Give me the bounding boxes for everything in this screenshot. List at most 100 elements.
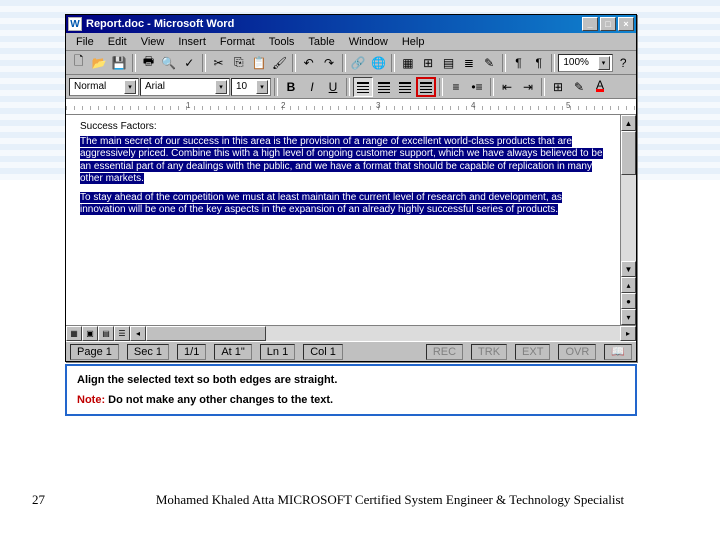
outline-view-icon[interactable]: ☰ [114,326,130,341]
font-color-button[interactable]: A [590,77,610,97]
document-page[interactable]: Success Factors: The main secret of our … [66,115,620,325]
chevron-down-icon[interactable]: ▾ [256,80,268,94]
menubar: File Edit View Insert Format Tools Table… [66,33,636,51]
instruction-note: Note: Do not make any other changes to t… [77,394,625,406]
status-ovr[interactable]: OVR [558,344,596,360]
scroll-down-icon[interactable]: ▼ [621,261,636,277]
cut-icon[interactable]: ✂ [209,53,228,73]
document-area: Success Factors: The main secret of our … [66,115,636,325]
browse-object-icon[interactable]: ● [621,293,636,309]
print-layout-icon[interactable]: ▤ [98,326,114,341]
slide-footer: 27 Mohamed Khaled Atta MICROSOFT Certifi… [0,492,720,508]
chevron-down-icon[interactable]: ▾ [215,80,227,94]
normal-view-icon[interactable]: ▦ [66,326,82,341]
status-col: Col 1 [303,344,343,360]
status-ext[interactable]: EXT [515,344,550,360]
slide-credit: Mohamed Khaled Atta MICROSOFT Certified … [92,492,688,508]
menu-edit[interactable]: Edit [102,35,133,49]
columns-icon[interactable]: ≣ [459,53,478,73]
minimize-button[interactable]: _ [582,17,598,31]
underline-button[interactable]: U [323,77,343,97]
formatting-toolbar: Normal ▾ Arial ▾ 10 ▾ B I U ≡ •≡ [66,75,636,99]
maximize-button[interactable]: □ [600,17,616,31]
new-doc-icon[interactable]: 🗋 [69,53,88,73]
font-value: Arial [145,81,215,92]
web-toolbar-icon[interactable]: 🌐 [369,53,388,73]
open-icon[interactable]: 📂 [89,53,108,73]
menu-insert[interactable]: Insert [172,35,212,49]
next-page-icon[interactable]: ▾ [621,309,636,325]
instruction-text: Align the selected text so both edges ar… [77,374,625,386]
instruction-box: Align the selected text so both edges ar… [65,364,637,416]
scroll-left-icon[interactable]: ◂ [130,326,146,341]
slide-number: 27 [32,492,92,508]
horizontal-scrollbar-row: ▦ ▣ ▤ ☰ ◂ ▸ [66,325,636,341]
heading-text: Success Factors: [80,121,608,134]
hscroll-thumb[interactable] [146,326,266,341]
hyperlink-icon[interactable]: 🔗 [349,53,368,73]
menu-format[interactable]: Format [214,35,261,49]
status-rec[interactable]: REC [426,344,463,360]
borders-button[interactable]: ⊞ [548,77,568,97]
drawing-icon[interactable]: ✎ [480,53,499,73]
selected-paragraph-1: The main secret of our success in this a… [80,136,603,185]
print-preview-icon[interactable]: 🔍 [159,53,178,73]
scroll-up-icon[interactable]: ▲ [621,115,636,131]
prev-page-icon[interactable]: ▴ [621,277,636,293]
help-icon[interactable]: ? [614,53,633,73]
tables-borders-icon[interactable]: ▦ [398,53,417,73]
menu-window[interactable]: Window [343,35,394,49]
selected-paragraph-2: To stay ahead of the competition we must… [80,192,562,216]
increase-indent-button[interactable]: ⇥ [518,77,538,97]
paste-icon[interactable]: 📋 [249,53,268,73]
menu-help[interactable]: Help [396,35,431,49]
standard-toolbar: 🗋 📂 💾 🖶 🔍 ✓ ✂ ⎘ 📋 🖌 ↶ ↷ 🔗 🌐 ▦ ⊞ ▤ ≣ ✎ [66,51,636,75]
show-hide-icon[interactable]: ¶ [529,53,548,73]
print-icon[interactable]: 🖶 [139,53,158,73]
status-section: Sec 1 [127,344,169,360]
horizontal-scrollbar[interactable] [146,326,620,341]
highlight-button[interactable]: ✎ [569,77,589,97]
chevron-down-icon[interactable]: ▾ [124,80,136,94]
excel-icon[interactable]: ▤ [439,53,458,73]
bold-button[interactable]: B [281,77,301,97]
scroll-thumb[interactable] [621,131,636,175]
status-trk[interactable]: TRK [471,344,507,360]
align-left-button[interactable] [353,77,373,97]
menu-tools[interactable]: Tools [263,35,301,49]
undo-icon[interactable]: ↶ [299,53,318,73]
word-app-icon: W [68,17,82,31]
italic-button[interactable]: I [302,77,322,97]
save-icon[interactable]: 💾 [110,53,129,73]
menu-view[interactable]: View [135,35,171,49]
status-line: Ln 1 [260,344,295,360]
align-center-button[interactable] [374,77,394,97]
web-layout-icon[interactable]: ▣ [82,326,98,341]
font-size-combo[interactable]: 10 ▾ [231,78,271,96]
font-size-value: 10 [236,81,256,92]
copy-icon[interactable]: ⎘ [229,53,248,73]
document-map-icon[interactable]: ¶ [509,53,528,73]
menu-table[interactable]: Table [302,35,340,49]
align-justify-button[interactable] [416,77,436,97]
format-painter-icon[interactable]: 🖌 [270,53,289,73]
scroll-right-icon[interactable]: ▸ [620,326,636,341]
font-combo[interactable]: Arial ▾ [140,78,230,96]
ruler[interactable]: 1 2 3 4 5 [66,99,636,115]
style-combo[interactable]: Normal ▾ [69,78,139,96]
numbered-list-button[interactable]: ≡ [446,77,466,97]
vertical-scrollbar[interactable]: ▲ ▼ ▴ ● ▾ [620,115,636,325]
menu-file[interactable]: File [70,35,100,49]
status-book-icon[interactable]: 📖 [604,344,632,360]
decrease-indent-button[interactable]: ⇤ [497,77,517,97]
chevron-down-icon[interactable]: ▾ [598,56,610,70]
status-pages: 1/1 [177,344,206,360]
close-button[interactable]: × [618,17,634,31]
redo-icon[interactable]: ↷ [319,53,338,73]
bullet-list-button[interactable]: •≡ [467,77,487,97]
zoom-combo[interactable]: 100% ▾ [558,54,612,72]
spellcheck-icon[interactable]: ✓ [180,53,199,73]
word-window: W Report.doc - Microsoft Word _ □ × File… [65,14,637,362]
align-right-button[interactable] [395,77,415,97]
insert-table-icon[interactable]: ⊞ [419,53,438,73]
